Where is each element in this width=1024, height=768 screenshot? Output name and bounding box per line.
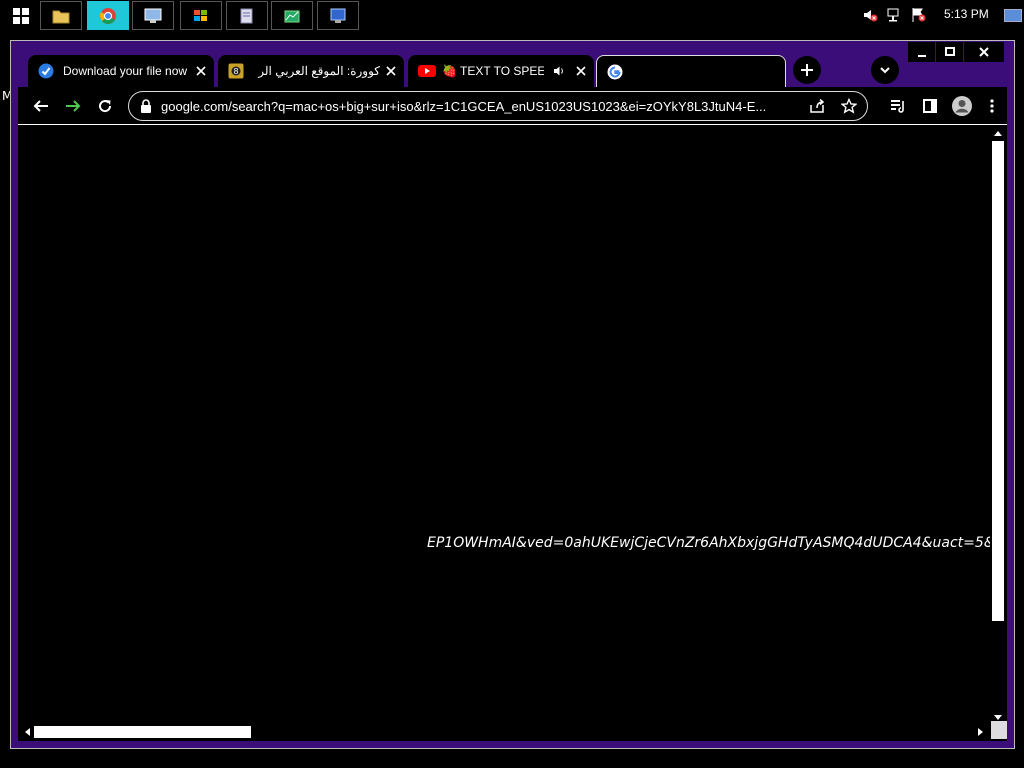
start-button[interactable] — [0, 1, 42, 30]
reading-list-icon[interactable] — [890, 99, 906, 113]
tab-kooora[interactable]: 8 كوورة: الموقع العربي الر — [218, 55, 404, 87]
volume-muted-icon[interactable] — [862, 7, 878, 23]
chart-icon — [284, 10, 300, 22]
taskbar-clock[interactable]: 5:13 PM — [944, 7, 989, 21]
close-icon — [196, 66, 206, 76]
forward-arrow-icon — [66, 100, 81, 112]
back-button[interactable] — [29, 94, 53, 118]
overflow-url-text: EP1OWHmAI&ved=0ahUKEwjCjeCVnZr6AhXbxjgGH… — [427, 535, 990, 551]
scrollbar-corner — [991, 721, 1007, 739]
youtube-icon — [418, 65, 436, 77]
plus-icon — [801, 64, 813, 76]
browser-window: Download your file now 8 كوورة: الموقع ا… — [10, 40, 1015, 749]
chevron-down-icon — [880, 67, 890, 74]
taskbar-documents-app[interactable] — [226, 1, 268, 30]
address-bar-url[interactable]: google.com/search?q=mac+os+big+sur+iso&r… — [161, 99, 801, 114]
page-content: EP1OWHmAI&ved=0ahUKEwjCjeCVnZr6AhXbxjgGH… — [18, 125, 1007, 741]
vertical-scrollbar[interactable] — [991, 130, 1005, 720]
network-icon[interactable] — [886, 7, 902, 23]
folder-icon — [52, 10, 70, 23]
google-icon — [607, 64, 623, 79]
bookmark-star-icon[interactable] — [841, 98, 857, 114]
close-icon — [386, 66, 396, 76]
back-arrow-icon — [33, 100, 48, 112]
show-desktop-button[interactable] — [1004, 9, 1022, 22]
close-window-button[interactable] — [964, 42, 1004, 62]
checkmark-icon — [38, 63, 54, 79]
remote-desktop-icon — [330, 8, 346, 23]
forward-button[interactable] — [61, 94, 85, 118]
tab-close-button[interactable] — [384, 64, 398, 78]
browser-toolbar: google.com/search?q=mac+os+big+sur+iso&r… — [18, 87, 1007, 125]
tab-title: Download your file now — [63, 64, 188, 78]
profile-avatar-icon[interactable] — [952, 96, 972, 116]
flag-alert-icon[interactable] — [910, 7, 926, 23]
close-icon — [576, 66, 586, 76]
taskbar-chrome[interactable] — [87, 1, 129, 30]
chrome-icon — [100, 7, 116, 24]
tab-title: 🍓 TEXT TO SPEECH — [442, 64, 544, 78]
maximize-button[interactable] — [936, 42, 963, 62]
windows-flag-icon — [194, 9, 207, 21]
close-icon — [979, 47, 989, 57]
lock-icon[interactable] — [140, 99, 152, 113]
tab-title: كوورة: الموقع العربي الر — [258, 64, 380, 78]
taskbar: 5:13 PM — [0, 0, 1024, 31]
tab-close-button[interactable] — [574, 64, 588, 78]
side-panel-icon[interactable] — [923, 99, 937, 113]
vertical-scroll-thumb[interactable] — [992, 141, 1004, 621]
taskbar-file-explorer[interactable] — [40, 1, 82, 30]
share-icon[interactable] — [809, 99, 825, 113]
scroll-up-arrow-icon[interactable] — [994, 130, 1002, 136]
address-bar[interactable]: google.com/search?q=mac+os+big+sur+iso&r… — [128, 91, 868, 121]
minimize-button[interactable] — [908, 42, 935, 62]
tab-download-file[interactable]: Download your file now — [28, 55, 214, 87]
document-icon — [240, 8, 253, 23]
menu-kebab-icon[interactable] — [990, 99, 994, 113]
scroll-left-arrow-icon[interactable] — [24, 728, 30, 736]
new-tab-button[interactable] — [793, 56, 821, 84]
tab-close-button[interactable] — [194, 64, 208, 78]
horizontal-scroll-thumb[interactable] — [34, 726, 251, 738]
tab-search-button[interactable] — [871, 56, 899, 84]
taskbar-chart-app[interactable] — [271, 1, 313, 30]
reload-icon — [99, 100, 112, 113]
horizontal-scrollbar[interactable] — [18, 721, 991, 739]
maximize-icon — [944, 47, 955, 56]
monitor-icon — [144, 8, 162, 23]
kooora-icon: 8 — [228, 63, 244, 79]
tab-text-to-speech[interactable]: 🍓 TEXT TO SPEECH — [408, 55, 594, 87]
taskbar-windows-app[interactable] — [180, 1, 222, 30]
reload-button[interactable] — [93, 94, 117, 118]
tab-google-active[interactable] — [596, 55, 786, 87]
svg-text:8: 8 — [233, 67, 238, 76]
minimize-icon — [917, 55, 926, 57]
taskbar-network-app[interactable] — [132, 1, 174, 30]
taskbar-remote-app[interactable] — [317, 1, 359, 30]
windows-logo-icon — [13, 7, 29, 24]
audio-playing-icon[interactable] — [553, 65, 565, 77]
scroll-right-arrow-icon[interactable] — [978, 728, 984, 736]
